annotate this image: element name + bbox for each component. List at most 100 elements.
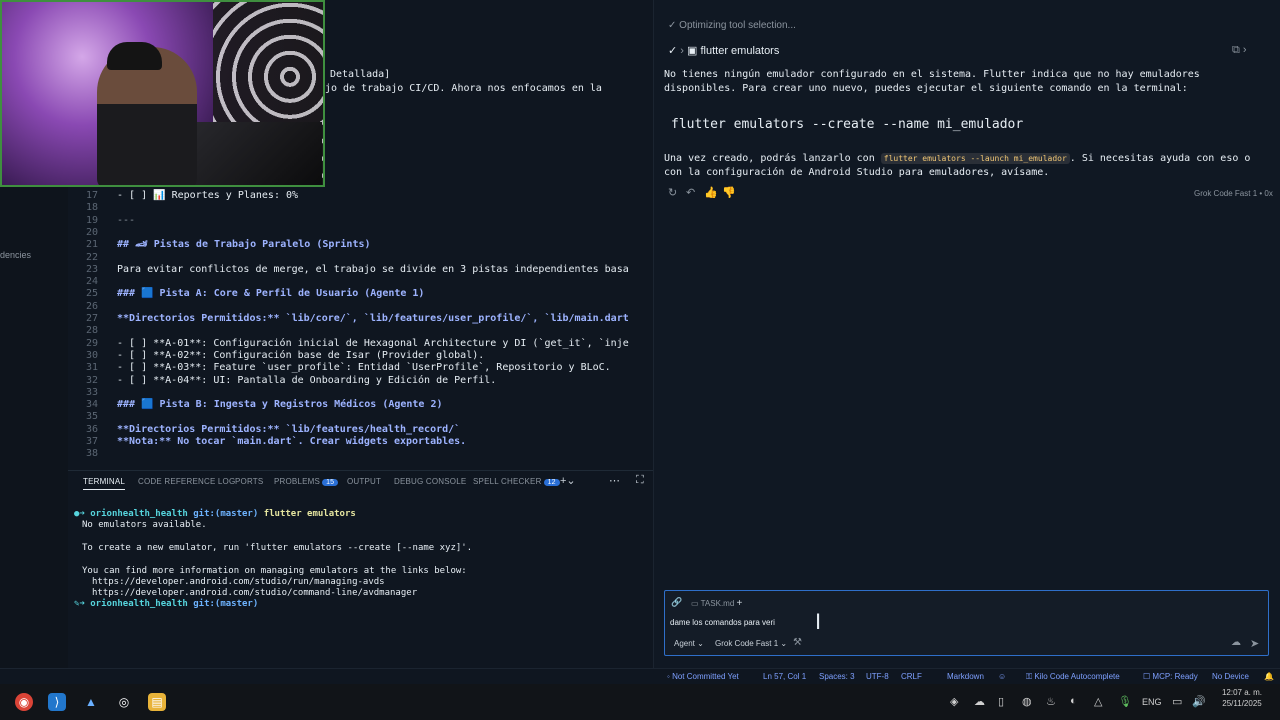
device-status[interactable]: No Device: [1212, 672, 1249, 681]
panel-tab[interactable]: TERMINAL: [83, 477, 126, 490]
code-editor[interactable]: 17 - [ ] 📊 Reportes y Planes: 0% 18 19 --- 20…: [68, 187, 653, 472]
cloud-tray-icon[interactable]: ☁: [974, 695, 985, 708]
kilo-status[interactable]: ⚿ Kilo Code Autocomplete: [1026, 672, 1120, 682]
clock[interactable]: 12:07 a. m. 25/11/2025: [1218, 688, 1266, 708]
chat-input-text[interactable]: dame los comandos para veri: [670, 618, 775, 627]
line-number: 20: [85, 226, 98, 238]
thumbs-up-icon[interactable]: 👍: [704, 186, 718, 199]
steam-tray-icon[interactable]: ♨: [1046, 695, 1056, 708]
clock-time: 12:07 a. m.: [1221, 688, 1263, 697]
file-explorer-icon[interactable]: ▤: [148, 693, 166, 711]
panel-tab[interactable]: SPELL CHECKER 12: [473, 477, 560, 486]
panel-tab-label: OUTPUT: [347, 477, 382, 486]
line-number: 31: [85, 362, 98, 374]
panel-tab-label: PORTS: [235, 477, 264, 486]
line-number: 33: [85, 386, 98, 398]
more-icon[interactable]: ⋯: [609, 474, 620, 487]
line-number: 26: [85, 300, 98, 312]
open-terminal-icon[interactable]: ⧉ ›: [1232, 44, 1247, 57]
chrome-icon[interactable]: ◉: [15, 693, 33, 711]
panel-tab[interactable]: OUTPUT: [347, 477, 381, 486]
network-icon[interactable]: ▭: [1172, 695, 1182, 708]
panel-tab[interactable]: CODE REFERENCE LOG: [138, 477, 235, 486]
app-tray-icon[interactable]: ◍: [1022, 695, 1032, 708]
line-text: Para evitar conflictos de merge, el trab…: [117, 263, 629, 275]
mode-dropdown[interactable]: Agent ⌄: [674, 639, 704, 648]
step-optimizing: ✓ Optimizing tool selection...: [668, 20, 796, 31]
panel-tab[interactable]: PORTS: [235, 477, 263, 486]
language-mode[interactable]: Markdown: [947, 672, 984, 681]
encoding[interactable]: UTF-8: [866, 672, 889, 681]
panel-tab[interactable]: DEBUG CONSOLE: [394, 477, 466, 486]
undo-icon[interactable]: ↶: [686, 186, 695, 199]
drive-tray-icon[interactable]: △: [1094, 695, 1102, 708]
line-text: - [ ] **A-02**: Configuración base de Is…: [117, 349, 485, 361]
line-number: 23: [85, 263, 98, 275]
github-icon[interactable]: ◎: [115, 693, 133, 711]
vscode-icon[interactable]: ⟩: [48, 693, 66, 711]
chat-response-paragraph: No tienes ningún emulador configurado en…: [664, 69, 1200, 94]
line-text: - [ ] **A-03**: Feature `user_profile`: …: [117, 362, 611, 374]
retry-icon[interactable]: ↻: [668, 186, 677, 199]
line-number: 35: [85, 411, 98, 423]
webcam-overlay: [0, 0, 325, 187]
language-indicator[interactable]: ENG: [1142, 697, 1162, 707]
attach-icon[interactable]: 🔗: [671, 597, 682, 608]
terminal-line: ✎➜ orionhealth_health git:(master): [74, 599, 259, 609]
send-icon[interactable]: ➤: [1250, 637, 1259, 650]
panel-tab-label: TERMINAL: [83, 477, 126, 486]
line-number: 38: [85, 448, 98, 460]
copilot-tray-icon[interactable]: ◈: [950, 695, 958, 708]
taskbar: ◉ ⟩ ▲ ◎ ▤ ◈ ☁ ▯ ◍ ♨ ◐ △ 🎙 ENG ▭ 🔊 12:07 …: [0, 684, 1280, 720]
attachment-chip[interactable]: ▭ TASK.md +: [691, 598, 742, 609]
terminal-line: You can find more information on managin…: [82, 566, 467, 576]
chat-input-box[interactable]: 🔗 ▭ TASK.md + dame los comandos para ver…: [664, 590, 1269, 656]
terminal-link[interactable]: https://developer.android.com/studio/run…: [92, 577, 385, 588]
model-dropdown[interactable]: Grok Code Fast 1 ⌄: [715, 639, 787, 648]
chat-command: flutter emulators --create --name mi_emu…: [671, 117, 1024, 132]
line-text: ## 🏎 Pistas de Trabajo Paralelo (Sprints…: [117, 239, 371, 251]
panel-tab-label: DEBUG CONSOLE: [394, 477, 467, 486]
delegate-icon[interactable]: ☁: [1231, 637, 1241, 648]
explorer-fragment: dencies: [0, 250, 32, 260]
maximize-icon[interactable]: ⛶: [636, 474, 644, 487]
line-number: 27: [85, 313, 98, 324]
line-number: 37: [85, 436, 98, 447]
add-terminal-icon[interactable]: +⌄: [560, 474, 576, 487]
line-number: 28: [85, 325, 98, 337]
editor-top-region: Detallada] jo de trabajo CI/CD. Ahora no…: [325, 0, 970, 187]
cursor-position[interactable]: Ln 57, Col 1: [763, 672, 806, 681]
volume-icon[interactable]: 🔊: [1192, 695, 1206, 708]
mic-tray-icon[interactable]: 🎙: [1118, 695, 1132, 708]
thumbs-down-icon[interactable]: 👎: [722, 186, 736, 199]
line-number: 36: [85, 423, 98, 435]
line-number: 24: [85, 276, 98, 288]
chat-pane: ✓ Optimizing tool selection... ✓ › ▣ flu…: [653, 0, 1280, 668]
battery-tray-icon[interactable]: ▯: [998, 695, 1004, 708]
line-text: ### 🟦 Pista A: Core & Perfil de Usuario …: [117, 288, 425, 300]
line-text: - [ ] 📊 Reportes y Planes: 0%: [117, 190, 299, 201]
tools-icon[interactable]: ⚒: [793, 637, 802, 648]
clock-date: 25/11/2025: [1222, 699, 1262, 708]
panel-tab[interactable]: PROBLEMS 15: [274, 477, 339, 486]
bottom-panel: TERMINAL CODE REFERENCE LOG PORTS PROBLEMS 1…: [68, 470, 705, 669]
line-text: - [ ] **A-04**: UI: Pantalla de Onboardi…: [117, 374, 497, 386]
git-status[interactable]: ◦ Not Committed Yet: [667, 672, 739, 681]
notifications-icon[interactable]: 🔔: [1264, 672, 1274, 681]
line-number: 30: [85, 349, 98, 361]
indent-setting[interactable]: Spaces: 3: [819, 672, 855, 681]
copilot-icon[interactable]: ☺: [998, 672, 1006, 681]
mcp-status[interactable]: ☐ MCP: Ready: [1143, 672, 1198, 681]
line-number: 29: [85, 337, 98, 349]
step-tool[interactable]: ✓ › ▣ flutter emulators: [668, 44, 779, 57]
terminal-link[interactable]: https://developer.android.com/studio/com…: [92, 588, 417, 599]
chat-response-paragraph-2: Una vez creado, podrás lanzarlo con flut…: [664, 153, 1251, 178]
line-text: - [ ] **A-01**: Configuración inicial de…: [117, 337, 629, 349]
line-ending[interactable]: CRLF: [901, 672, 922, 681]
edge-tray-icon[interactable]: ◐: [1070, 695, 1077, 707]
text-cursor-icon: I: [815, 609, 822, 634]
android-studio-icon[interactable]: ▲: [82, 693, 100, 711]
panel-tab-badge: 15: [322, 479, 339, 486]
terminal-line: ●➜ orionhealth_health git:(master) flutt…: [74, 509, 356, 519]
line-text: ---: [117, 214, 136, 226]
